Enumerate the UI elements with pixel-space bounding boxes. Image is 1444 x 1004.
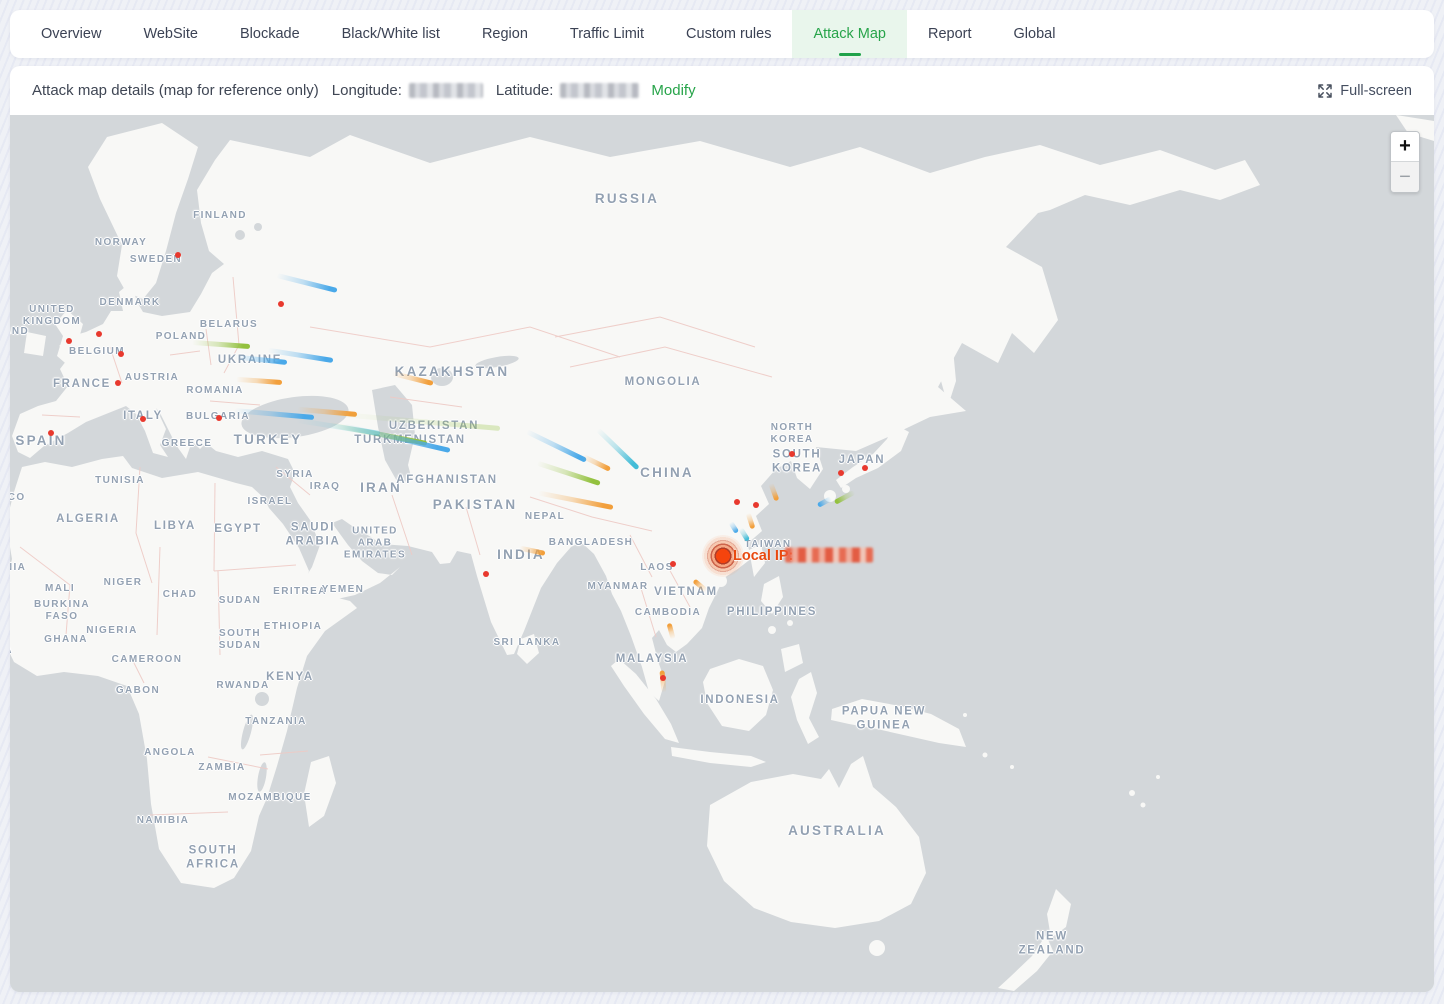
tab-attack-map[interactable]: Attack Map: [792, 10, 907, 58]
attack-source-dot: [96, 331, 102, 337]
attack-source-dot: [118, 351, 124, 357]
page-title: Attack map details (map for reference on…: [32, 82, 319, 99]
world-map-canvas[interactable]: RUSSIAFINLANDNORWAYSWEDENDENMARKUNITED K…: [10, 115, 1434, 992]
tab-overview[interactable]: Overview: [20, 10, 122, 58]
latitude-label: Latitude:: [496, 82, 554, 99]
attack-source-dot: [66, 338, 72, 344]
local-ip-value-redacted: [785, 548, 873, 563]
tab-website[interactable]: WebSite: [122, 10, 219, 58]
longitude-label: Longitude:: [332, 82, 402, 99]
fullscreen-label: Full-screen: [1340, 83, 1412, 99]
tab-black-white-list[interactable]: Black/White list: [321, 10, 461, 58]
modify-link[interactable]: Modify: [651, 82, 695, 99]
attack-source-dot: [216, 415, 222, 421]
attack-source-dot: [140, 416, 146, 422]
tab-report[interactable]: Report: [907, 10, 993, 58]
attack-source-dot: [115, 380, 121, 386]
latitude-value-redacted: [560, 83, 639, 98]
attack-source-dot: [175, 252, 181, 258]
attack-source-dot: [278, 301, 284, 307]
attack-source-dot: [789, 451, 795, 457]
map-zoom-control: + −: [1390, 131, 1420, 193]
attack-source-dot: [670, 561, 676, 567]
tab-traffic-limit[interactable]: Traffic Limit: [549, 10, 665, 58]
zoom-out-button[interactable]: −: [1391, 162, 1419, 192]
attack-source-dot: [734, 499, 740, 505]
tab-global[interactable]: Global: [993, 10, 1077, 58]
attack-map-panel: Attack map details (map for reference on…: [10, 66, 1434, 992]
tab-blockade[interactable]: Blockade: [219, 10, 321, 58]
attack-source-dot: [483, 571, 489, 577]
tab-region[interactable]: Region: [461, 10, 549, 58]
attack-source-dot: [660, 675, 666, 681]
attack-source-dot: [48, 430, 54, 436]
attack-source-dot: [838, 470, 844, 476]
attack-map-page: OverviewWebSiteBlockadeBlack/White listR…: [0, 0, 1444, 1004]
fullscreen-icon: [1317, 83, 1333, 99]
attack-source-dot: [862, 465, 868, 471]
detail-bar: Attack map details (map for reference on…: [10, 66, 1434, 115]
tab-bar: OverviewWebSiteBlockadeBlack/White listR…: [10, 10, 1434, 58]
tab-custom-rules[interactable]: Custom rules: [665, 10, 792, 58]
attack-source-dot: [753, 502, 759, 508]
zoom-in-button[interactable]: +: [1391, 132, 1419, 162]
fullscreen-button[interactable]: Full-screen: [1317, 83, 1412, 99]
longitude-value-redacted: [409, 83, 483, 98]
